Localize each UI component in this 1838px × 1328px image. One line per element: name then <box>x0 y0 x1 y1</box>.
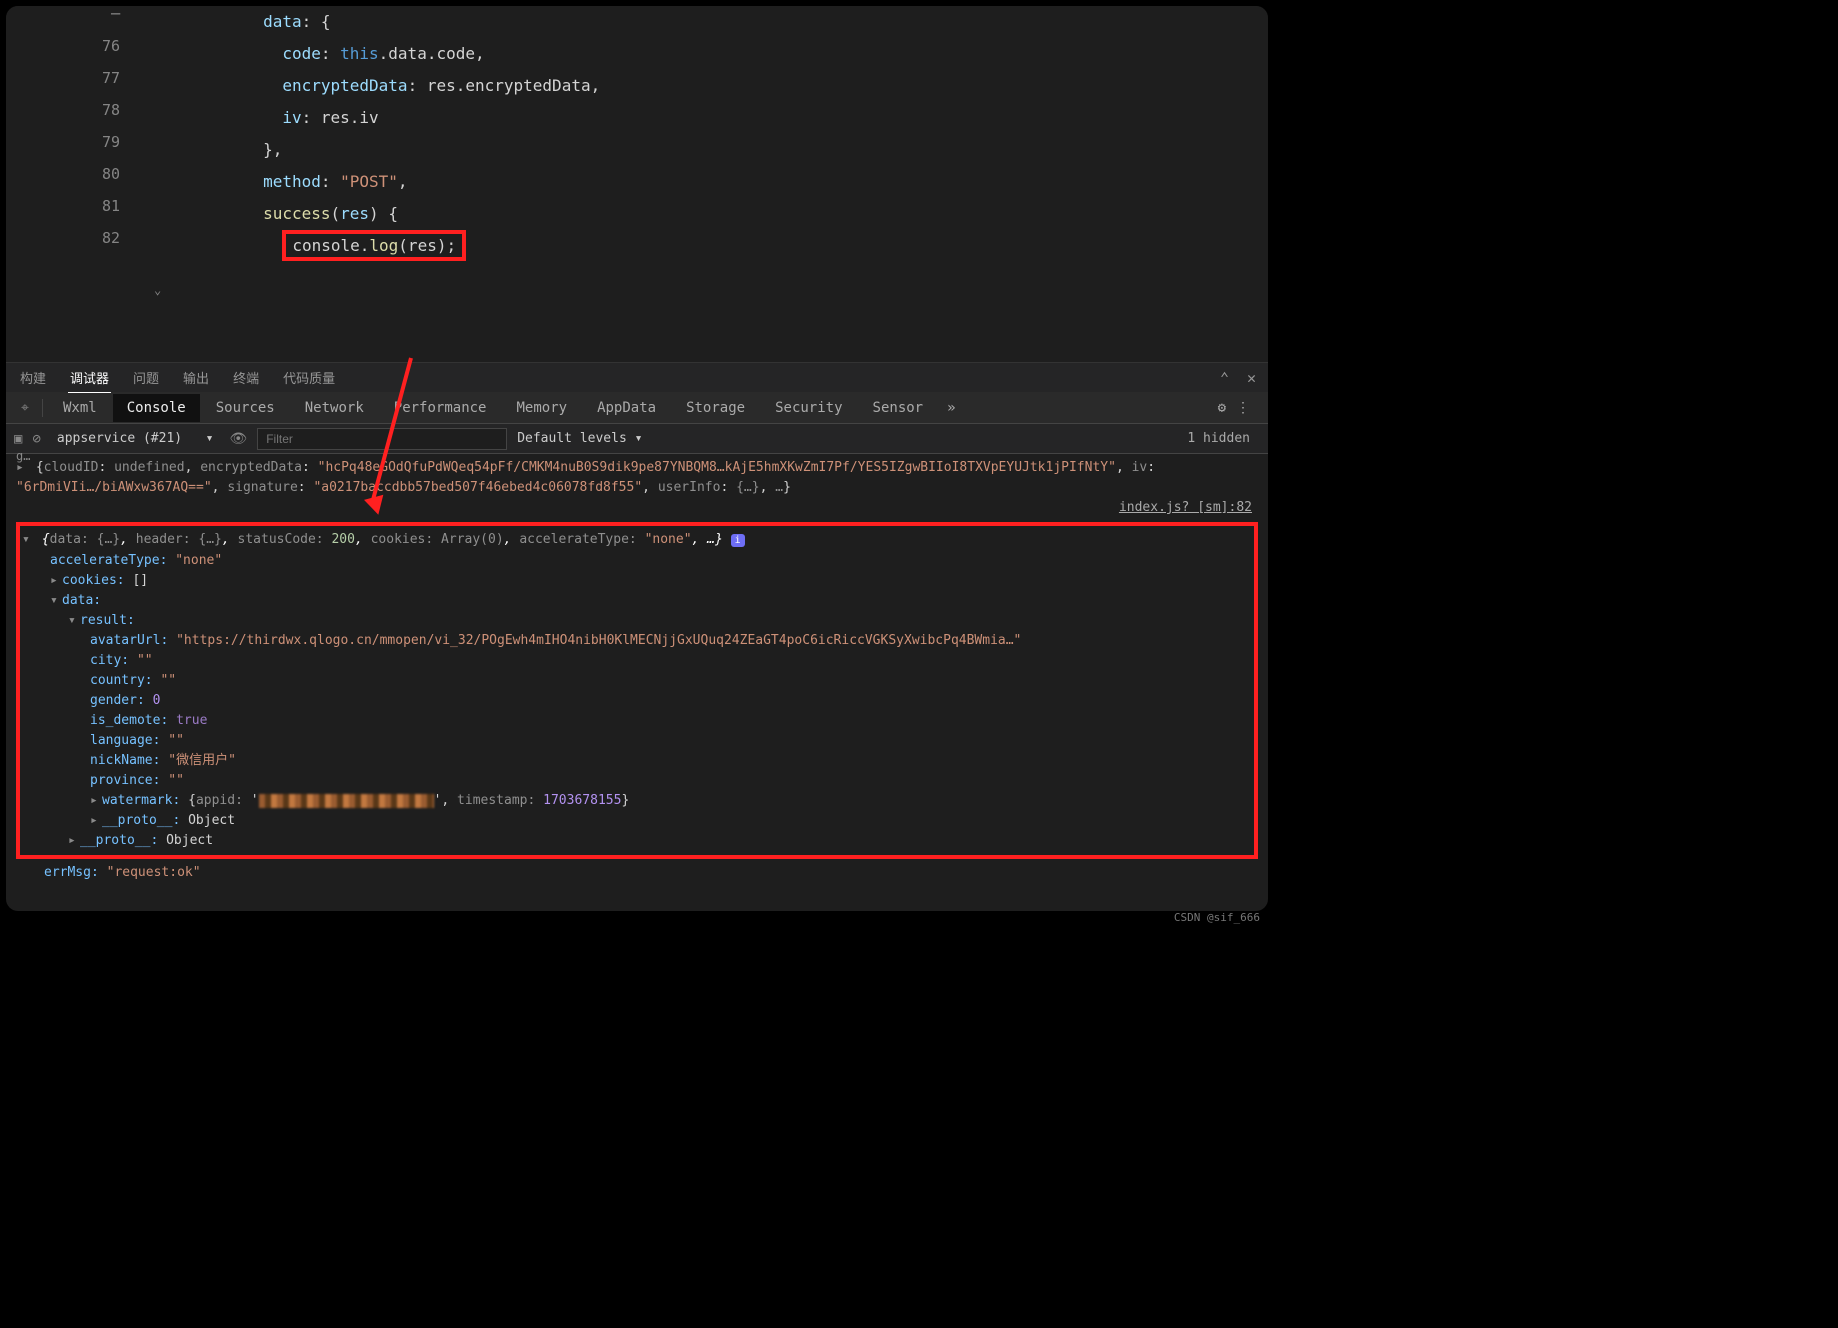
sidebar-toggle-icon[interactable]: ▣ <box>14 431 22 447</box>
collapse-icon[interactable]: ▾ <box>22 530 34 550</box>
watermark-text: CSDN @sif_666 <box>1174 911 1260 924</box>
panel-tab-terminal[interactable]: 终端 <box>231 363 261 392</box>
console-toolbar: ▣ ⊘ appservice (#21) ▾ 👁 Default levels … <box>6 424 1268 454</box>
devtab-more[interactable]: » <box>939 400 963 416</box>
code-line: success(res) { <box>186 198 600 230</box>
code-line: data: { <box>186 6 600 38</box>
levels-dropdown[interactable]: Default levels ▾ <box>517 431 642 446</box>
line-number: 80 <box>6 158 146 190</box>
gutter: ─ 76 77 78 79 80 81 82 <box>6 6 146 254</box>
truncated-left-text: g… <box>16 449 30 463</box>
devtab-storage[interactable]: Storage <box>672 394 759 422</box>
expand-icon[interactable]: ▸ <box>90 811 102 831</box>
panel-tab-codequality[interactable]: 代码质量 <box>281 363 337 392</box>
expand-icon[interactable]: ▸ <box>90 791 102 811</box>
code-line: code: this.data.code, <box>186 38 600 70</box>
code-line: iv: res.iv <box>186 102 600 134</box>
eye-icon[interactable]: 👁 <box>229 431 247 447</box>
console-log-row[interactable]: ▸ {cloudID: undefined, encryptedData: "h… <box>16 458 1258 498</box>
filter-input[interactable] <box>257 428 507 450</box>
line-number: 78 <box>6 94 146 126</box>
line-number: 77 <box>6 62 146 94</box>
expand-icon[interactable]: ▸ <box>50 571 62 591</box>
console-output[interactable]: ▸ {cloudID: undefined, encryptedData: "h… <box>6 454 1268 887</box>
gear-icon[interactable]: ⚙ <box>1218 400 1226 416</box>
clear-console-icon[interactable]: ⊘ <box>32 431 40 447</box>
devtab-network[interactable]: Network <box>291 394 378 422</box>
code-line: encryptedData: res.encryptedData, <box>186 70 600 102</box>
devtab-sources[interactable]: Sources <box>202 394 289 422</box>
code-line: }, <box>186 134 600 166</box>
kebab-icon[interactable]: ⋮ <box>1236 400 1250 416</box>
line-number: 76 <box>6 30 146 62</box>
line-number: ─ <box>6 6 146 30</box>
panel-tab-debugger[interactable]: 调试器 <box>68 363 111 393</box>
collapse-icon[interactable]: ⌄ <box>154 283 161 297</box>
devtab-appdata[interactable]: AppData <box>583 394 670 422</box>
devtab-wxml[interactable]: Wxml <box>49 394 111 422</box>
line-number: 79 <box>6 126 146 158</box>
panel-tab-problems[interactable]: 问题 <box>131 363 161 392</box>
hidden-count[interactable]: 1 hidden <box>1187 431 1260 446</box>
devtools-tabs: ⌖ Wxml Console Sources Network Performan… <box>6 392 1268 424</box>
devtab-memory[interactable]: Memory <box>502 394 581 422</box>
panel-tab-build[interactable]: 构建 <box>18 363 48 392</box>
panel-collapse-icon[interactable]: ⌃ <box>1220 369 1229 387</box>
log-source-link[interactable]: index.js? [sm]:82 <box>1119 498 1258 518</box>
inspect-icon[interactable]: ⌖ <box>14 400 36 416</box>
collapse-icon[interactable]: ▾ <box>68 611 80 631</box>
context-dropdown[interactable]: appservice (#21) ▾ <box>51 429 220 448</box>
code-editor[interactable]: ─ 76 77 78 79 80 81 82 ⌄ data: { code: t… <box>6 6 1268 362</box>
panel-tabs: 构建 调试器 问题 输出 终端 代码质量 ⌃ ✕ <box>6 362 1268 392</box>
panel-tab-output[interactable]: 输出 <box>181 363 211 392</box>
expand-icon[interactable]: ▸ <box>68 831 80 851</box>
line-number: 82 <box>6 222 146 254</box>
devtab-security[interactable]: Security <box>761 394 856 422</box>
highlighted-log-box: ▾ {data: {…}, header: {…}, statusCode: 2… <box>16 522 1258 859</box>
collapse-icon[interactable]: ▾ <box>50 591 62 611</box>
panel-close-icon[interactable]: ✕ <box>1247 369 1256 387</box>
code-line: console.log(res); <box>186 230 600 262</box>
devtab-console[interactable]: Console <box>113 394 200 422</box>
line-number: 81 <box>6 190 146 222</box>
redacted-appid <box>259 794 434 808</box>
code-line: method: "POST", <box>186 166 600 198</box>
devtab-sensor[interactable]: Sensor <box>859 394 938 422</box>
info-badge-icon: i <box>731 534 745 547</box>
